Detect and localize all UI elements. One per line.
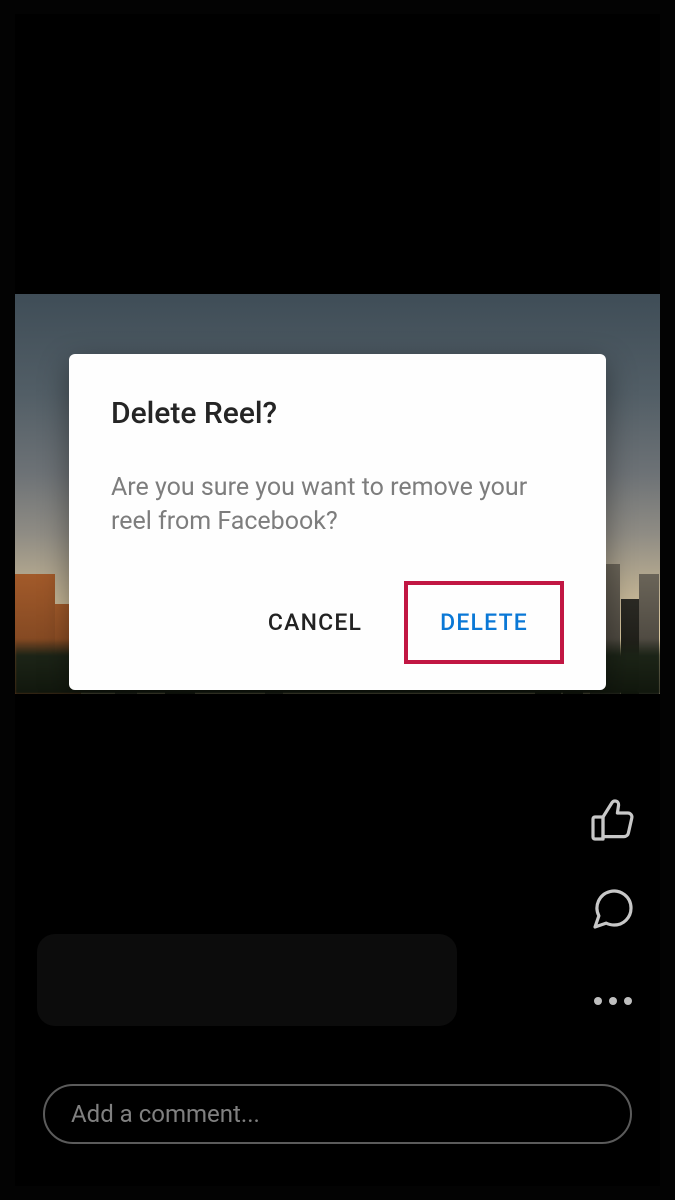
speech-bubble-icon <box>589 885 637 937</box>
more-options-button[interactable] <box>588 976 638 1026</box>
delete-button-highlight: DELETE <box>404 581 564 664</box>
reel-viewer-screen: Add a comment... Delete Reel? Are you su… <box>0 0 675 1200</box>
dialog-actions: CANCEL DELETE <box>111 581 564 664</box>
delete-button[interactable]: DELETE <box>422 595 546 650</box>
delete-reel-dialog: Delete Reel? Are you sure you want to re… <box>69 354 606 690</box>
reel-caption-area[interactable] <box>37 934 457 1026</box>
viewport: Add a comment... Delete Reel? Are you su… <box>15 14 660 1186</box>
cancel-button[interactable]: CANCEL <box>250 595 380 650</box>
like-button[interactable] <box>588 796 638 846</box>
thumbs-up-icon <box>589 795 637 847</box>
action-rail <box>588 796 638 1026</box>
comment-placeholder: Add a comment... <box>71 1100 260 1128</box>
more-horizontal-icon <box>594 997 632 1005</box>
comment-button[interactable] <box>588 886 638 936</box>
dialog-message: Are you sure you want to remove your ree… <box>111 471 564 539</box>
dialog-title: Delete Reel? <box>111 396 564 431</box>
comment-input[interactable]: Add a comment... <box>43 1084 632 1144</box>
